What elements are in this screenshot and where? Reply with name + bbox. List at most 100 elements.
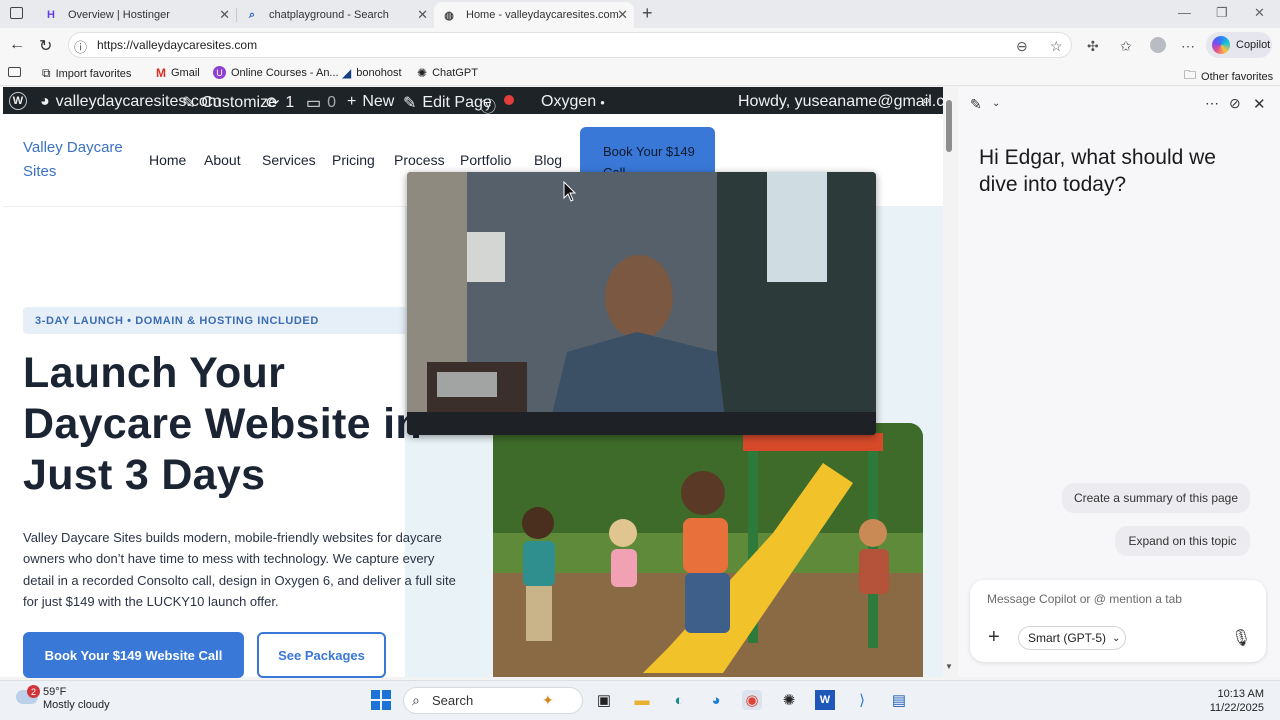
info-icon[interactable]: ⓘ bbox=[74, 37, 87, 56]
nav-home[interactable]: Home bbox=[149, 152, 186, 168]
taskbar-search[interactable]: Search bbox=[403, 687, 583, 714]
back-icon[interactable]: ← bbox=[9, 36, 25, 54]
sidebar-toggle-icon[interactable] bbox=[8, 67, 21, 77]
wp-oxygen-link[interactable]: Oxygen ● bbox=[541, 93, 605, 111]
chevron-down-icon[interactable]: ⌄ bbox=[992, 98, 1000, 109]
model-selector[interactable]: Smart (GPT-5) ⌄ bbox=[1018, 626, 1126, 650]
bookmark-label: bonohost bbox=[356, 67, 402, 79]
nav-about[interactable]: About bbox=[204, 152, 241, 168]
favorite-star-icon[interactable]: ☆ bbox=[1050, 38, 1063, 55]
more-options-icon[interactable]: ⋯ bbox=[1205, 95, 1219, 112]
word-icon[interactable]: W bbox=[815, 690, 835, 710]
add-attachment-icon[interactable]: + bbox=[988, 627, 1000, 647]
bookmark-chatgpt[interactable]: ✺ ChatGPT bbox=[417, 66, 478, 80]
close-icon[interactable]: ✕ bbox=[417, 7, 428, 23]
chatgpt-app-icon[interactable]: ✺ bbox=[779, 690, 799, 710]
search-icon: ⌕ bbox=[412, 692, 420, 708]
suggestion-expand[interactable]: Expand on this topic bbox=[1115, 526, 1250, 556]
close-panel-icon[interactable]: ✕ bbox=[1253, 95, 1266, 113]
close-icon[interactable]: ✕ bbox=[617, 7, 628, 23]
scroll-down-icon[interactable]: ▼ bbox=[945, 662, 953, 671]
restore-icon[interactable]: ❐ bbox=[1216, 5, 1228, 21]
import-icon: ⧉ bbox=[42, 66, 51, 80]
gmail-icon: M bbox=[156, 66, 166, 80]
hero-badge: 3-DAY LAUNCH • DOMAIN & HOSTING INCLUDED bbox=[23, 307, 418, 334]
tab-valleydaycare[interactable]: ◍ Home - valleydaycaresites.com ✕ bbox=[434, 2, 634, 28]
nav-portfolio[interactable]: Portfolio bbox=[460, 152, 511, 168]
wordpress-logo-icon[interactable]: W bbox=[9, 92, 27, 110]
wp-oxygen-label: Oxygen bbox=[541, 93, 597, 110]
bookmark-label: ChatGPT bbox=[432, 67, 478, 79]
profile-icon[interactable] bbox=[1150, 37, 1166, 53]
hero-headline: Launch Your Daycare Website in Just 3 Da… bbox=[23, 349, 422, 499]
wp-edit-link[interactable]: ✎ Edit Page bbox=[403, 93, 492, 113]
chatgpt-icon: ✺ bbox=[417, 66, 428, 80]
reader-icon[interactable]: ⊖ bbox=[1016, 38, 1028, 55]
bonohost-icon: ◢ bbox=[342, 66, 352, 80]
vscode-icon[interactable]: ⟩ bbox=[852, 690, 872, 710]
bookmark-label: Gmail bbox=[171, 67, 200, 79]
windows-start-icon[interactable] bbox=[371, 690, 391, 710]
status-dot-icon[interactable] bbox=[504, 95, 514, 105]
temperature: 59°F bbox=[43, 686, 67, 698]
wp-updates-link[interactable]: ⟳ 1 bbox=[266, 93, 294, 113]
file-explorer-icon[interactable]: ▬ bbox=[632, 690, 652, 710]
new-tab-icon[interactable]: + bbox=[642, 3, 653, 24]
taskbar-clock[interactable]: 10:13 AM 11/22/2025 bbox=[1210, 687, 1264, 715]
model-label: Smart (GPT-5) bbox=[1028, 631, 1107, 645]
unpin-icon[interactable]: ⊘ bbox=[1229, 95, 1241, 112]
wp-new-link[interactable]: + New bbox=[347, 93, 394, 111]
bookmark-label: Other favorites bbox=[1201, 70, 1274, 83]
microphone-icon[interactable]: 🎙 bbox=[1231, 628, 1251, 648]
bookmark-other-favorites[interactable]: 🗀 Other favorites bbox=[1184, 66, 1273, 87]
close-window-icon[interactable]: ✕ bbox=[1254, 5, 1265, 21]
bookmark-import[interactable]: ⧉ Import favorites bbox=[42, 66, 131, 81]
nav-services[interactable]: Services bbox=[262, 152, 316, 168]
message-input[interactable]: Message Copilot or @ mention a tab bbox=[987, 592, 1182, 606]
wp-customize-link[interactable]: ✎ Customize bbox=[182, 93, 277, 113]
date: 11/22/2025 bbox=[1209, 702, 1264, 714]
see-packages-button[interactable]: See Packages bbox=[257, 632, 386, 678]
book-call-button[interactable]: Book Your $149 Website Call bbox=[23, 632, 244, 678]
tab-hostinger[interactable]: H Overview | Hostinger ✕ bbox=[36, 2, 236, 28]
tab-search[interactable]: ⌕ chatplayground - Search ✕ bbox=[237, 2, 434, 28]
weather-condition: Mostly cloudy bbox=[43, 699, 110, 711]
bookmark-bonohost[interactable]: ◢ bonohost bbox=[342, 66, 402, 80]
weather-widget[interactable]: 59°F Mostly cloudy bbox=[43, 686, 110, 712]
nav-pricing[interactable]: Pricing bbox=[332, 152, 375, 168]
webcam-overlay bbox=[407, 172, 876, 435]
wp-comments-count: 0 bbox=[327, 94, 337, 111]
close-icon[interactable]: ✕ bbox=[219, 7, 230, 23]
time: 10:13 AM bbox=[1217, 688, 1264, 700]
refresh-icon[interactable]: ↻ bbox=[39, 36, 52, 56]
more-icon[interactable]: ⋯ bbox=[1181, 38, 1195, 55]
nav-blog[interactable]: Blog bbox=[534, 152, 562, 168]
bookmark-gmail[interactable]: M Gmail bbox=[156, 66, 200, 80]
page-scrollbar[interactable] bbox=[943, 87, 955, 677]
bookmark-online-courses[interactable]: U Online Courses - An... bbox=[213, 66, 339, 79]
edge-icon[interactable]: ◕ bbox=[706, 690, 726, 710]
folder-icon: 🗀 bbox=[1184, 68, 1197, 82]
tab-title: Home - valleydaycaresites.com bbox=[466, 9, 619, 21]
url-field[interactable]: https://valleydaycaresites.com bbox=[68, 32, 1072, 58]
nav-process[interactable]: Process bbox=[394, 152, 445, 168]
tab-actions-icon[interactable] bbox=[10, 7, 23, 19]
hostinger-icon: H bbox=[47, 9, 55, 21]
site-logo[interactable]: Valley Daycare Sites bbox=[23, 136, 133, 184]
favorites-icon[interactable]: ✩ bbox=[1120, 38, 1132, 55]
suggestion-summary[interactable]: Create a summary of this page bbox=[1062, 483, 1250, 513]
scrollbar-thumb[interactable] bbox=[946, 100, 952, 152]
chrome-icon[interactable]: ◉ bbox=[742, 690, 762, 710]
wp-comments-link[interactable]: ▭ 0 bbox=[306, 93, 336, 113]
minimize-icon[interactable]: — bbox=[1178, 5, 1191, 20]
tab-title: chatplayground - Search bbox=[269, 9, 389, 21]
notepad-icon[interactable]: ▤ bbox=[889, 690, 909, 710]
task-view-icon[interactable]: ▣ bbox=[594, 690, 614, 710]
dot-icon: ● bbox=[600, 97, 605, 107]
hero-paragraph: Valley Daycare Sites builds modern, mobi… bbox=[23, 530, 456, 609]
extensions-icon[interactable]: ✣ bbox=[1087, 38, 1099, 55]
new-chat-icon[interactable]: ✎ bbox=[970, 96, 982, 113]
plus-icon: + bbox=[347, 93, 357, 110]
app-icon[interactable]: ◐ bbox=[669, 690, 689, 710]
wp-search-icon[interactable]: ⌕ bbox=[922, 92, 931, 110]
